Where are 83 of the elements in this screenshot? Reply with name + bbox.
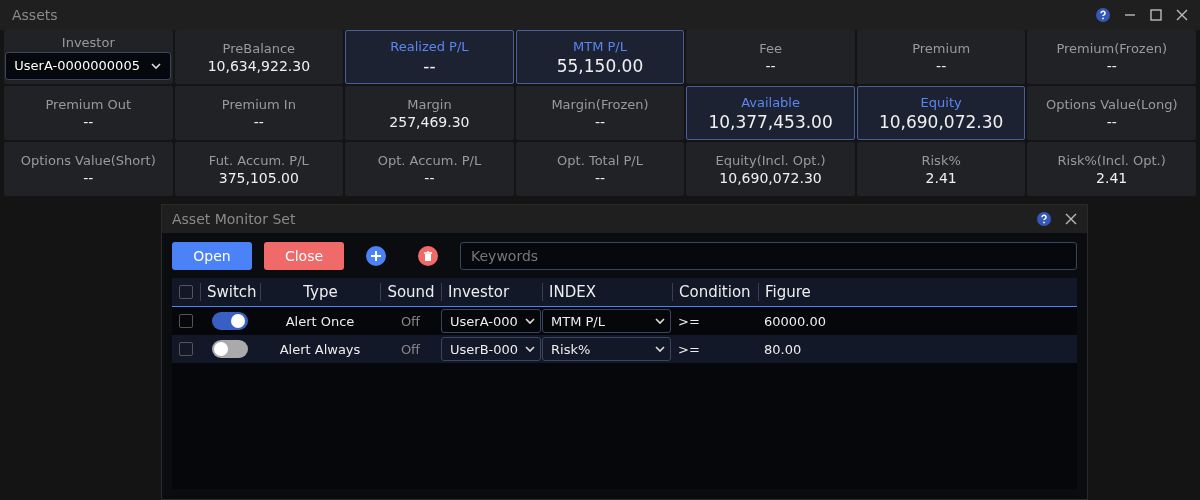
table-cell-text: Alert Always [278, 341, 362, 357]
column-header: Condition [672, 283, 758, 301]
chevron-down-icon [654, 315, 666, 327]
stat-label: Margin(Frozen) [551, 96, 649, 112]
index-select[interactable]: MTM P/L [542, 309, 671, 333]
column-header: Sound [380, 283, 441, 301]
stat-value: 10,634,922.30 [207, 57, 311, 74]
help-icon[interactable] [1037, 212, 1051, 226]
toggle-switch[interactable] [212, 312, 248, 330]
column-header: INDEX [542, 283, 672, 301]
stat-value: 10,377,453.00 [708, 111, 833, 132]
chevron-down-icon [524, 343, 536, 355]
delete-button[interactable] [418, 246, 438, 266]
stat-value: 257,469.30 [389, 113, 470, 130]
stat-label: Realized P/L [390, 38, 469, 54]
table-cell-text: 60000.00 [763, 313, 828, 329]
table-cell-text: 80.00 [763, 341, 803, 357]
close-icon[interactable] [1065, 213, 1077, 225]
chevron-down-icon [524, 315, 536, 327]
stat-label: PreBalance [222, 40, 296, 56]
stat-value: -- [765, 57, 776, 74]
trash-icon [423, 251, 433, 261]
select-all-checkbox[interactable] [179, 285, 193, 299]
stat-label: Margin [407, 96, 452, 112]
table-cell-text: Off [399, 313, 422, 329]
stat-label: Fee [759, 40, 782, 56]
stat-label: Equity(Incl. Opt.) [715, 152, 826, 168]
stat-value: 10,690,072.30 [719, 169, 822, 186]
stat-value: 2.41 [1096, 169, 1128, 186]
stat-label: MTM P/L [573, 38, 627, 54]
column-header: Switch [200, 283, 260, 301]
investor-select[interactable]: UserA-000 [441, 309, 541, 333]
stat-value: -- [83, 169, 94, 186]
stat-label: Options Value(Short) [20, 152, 156, 168]
stat-value: -- [1106, 113, 1117, 130]
toggle-switch[interactable] [212, 340, 248, 358]
row-checkbox[interactable] [179, 314, 193, 328]
stat-value: 2.41 [925, 169, 957, 186]
column-header: Type [260, 283, 380, 301]
help-icon[interactable] [1096, 8, 1110, 22]
stat-value: -- [594, 113, 606, 130]
table-cell-text: Alert Once [284, 313, 356, 329]
stat-label: Premium [912, 40, 971, 56]
stat-label: Premium In [221, 96, 296, 112]
stat-value: 55,150.00 [556, 55, 644, 76]
chevron-down-icon [654, 343, 666, 355]
stat-value: 375,105.00 [218, 169, 299, 186]
investor-select[interactable]: UserB-000 [441, 337, 541, 361]
stat-label: Equity [920, 94, 962, 110]
window-title: Assets [12, 7, 59, 23]
stat-value: 10,690,072.30 [878, 111, 1004, 132]
stat-label: Opt. Total P/L [557, 152, 643, 168]
dialog-title: Asset Monitor Set [172, 211, 297, 227]
add-button[interactable] [366, 246, 386, 266]
row-checkbox[interactable] [179, 342, 193, 356]
stat-value: -- [1106, 57, 1117, 74]
stat-label: Fut. Accum. P/L [208, 152, 309, 168]
stat-label: Premium Out [45, 96, 132, 112]
stat-value: -- [936, 57, 947, 74]
stat-value: -- [423, 55, 436, 76]
stat-value: -- [594, 169, 606, 186]
search-field[interactable]: Keywords [460, 242, 1077, 270]
close-icon[interactable] [1176, 9, 1188, 21]
stat-label: Opt. Accum. P/L [377, 152, 482, 168]
stat-label: Risk% [921, 152, 961, 168]
column-header: Figure [758, 283, 1077, 301]
stat-label: Investor [61, 34, 115, 50]
stat-value: -- [253, 113, 264, 130]
stat-value: -- [424, 169, 435, 186]
stat-label: Available [741, 94, 800, 110]
index-select[interactable]: Risk% [542, 337, 671, 361]
open-button[interactable]: Open [172, 242, 252, 270]
stat-value: -- [83, 113, 94, 130]
plus-icon [371, 251, 381, 261]
table-cell-text: Off [399, 341, 422, 357]
column-header: Investor [441, 283, 542, 301]
table-cell-text: >= [677, 313, 701, 329]
maximize-icon[interactable] [1150, 9, 1162, 21]
stat-label: Premium(Frozen) [1056, 40, 1167, 56]
stat-label: Risk%(Incl. Opt.) [1057, 152, 1166, 168]
table-cell-text: >= [677, 341, 701, 357]
investor-select[interactable]: UserA-0000000005 [5, 51, 172, 80]
stat-label: Options Value(Long) [1045, 96, 1178, 112]
